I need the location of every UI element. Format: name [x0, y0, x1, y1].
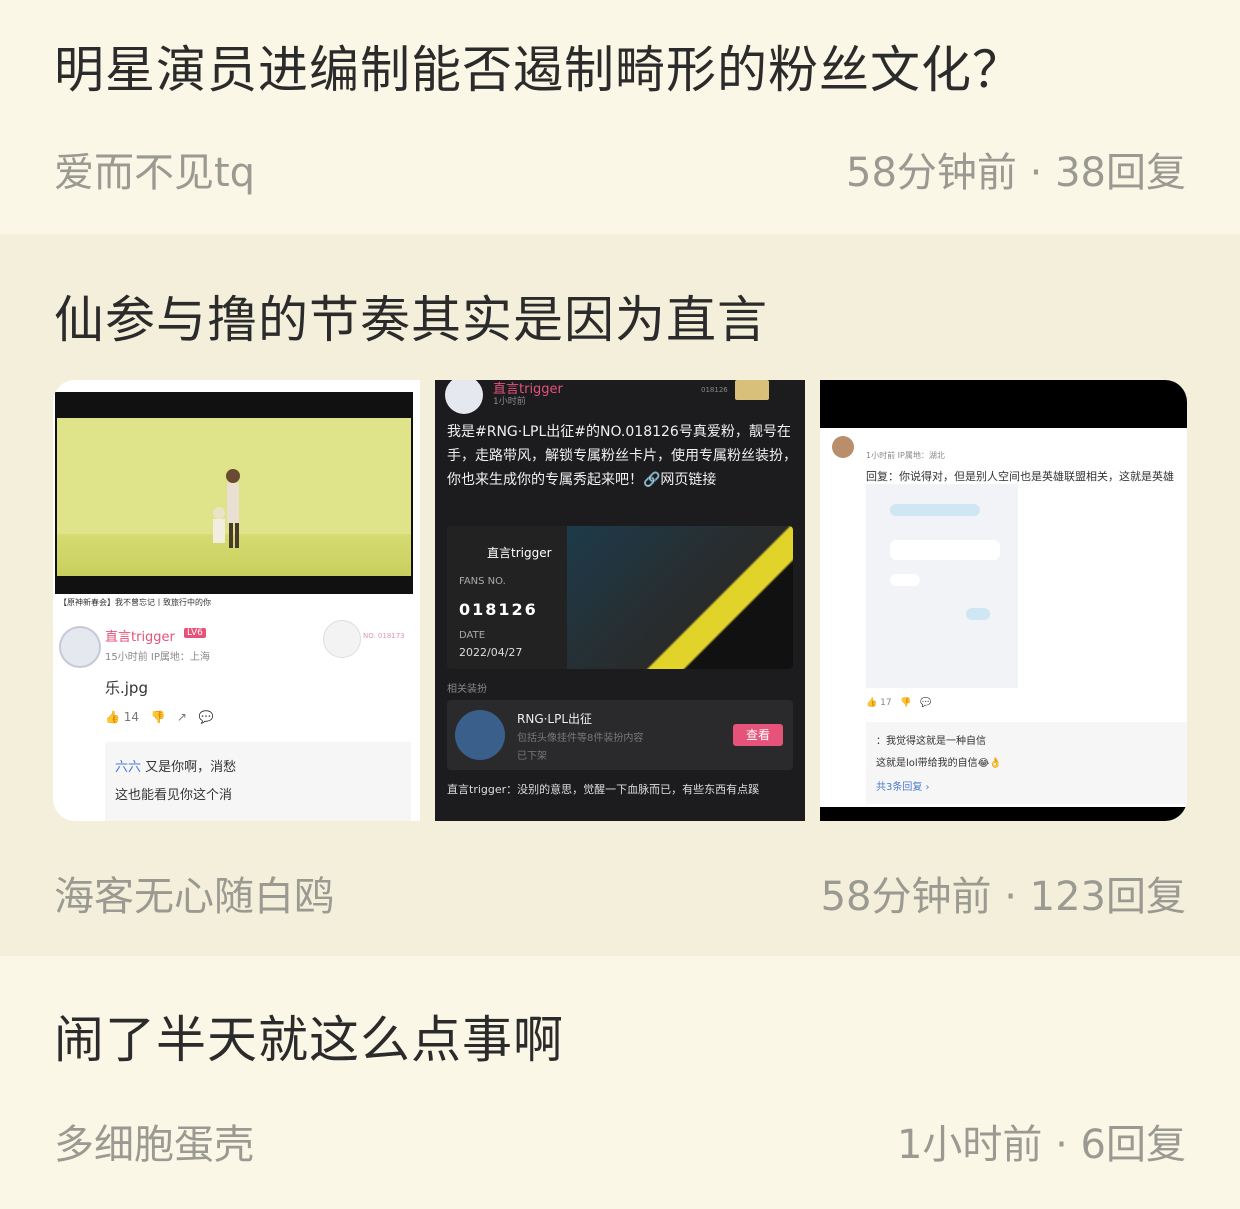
- fan-card: 直言trigger FANS NO. 018126 DATE 2022/04/2…: [447, 526, 793, 669]
- reply-line: 六六 又是你啊，消愁: [115, 756, 236, 775]
- level-badge: LV6: [184, 628, 206, 638]
- fan-card-art: [567, 526, 793, 669]
- comment-icon: 💬: [198, 710, 214, 724]
- comment-icon: 💬: [919, 698, 932, 708]
- sticker-icon: [323, 620, 361, 658]
- post-item[interactable]: 闹了半天就这么点事啊 多细胞蛋壳 1小时前 · 6回复: [0, 956, 1240, 1209]
- post-title[interactable]: 仙参与撸的节奏其实是因为直言: [54, 280, 768, 352]
- post-time: 58分钟前: [846, 150, 1017, 196]
- reply-text: 又是你啊，消愁: [145, 760, 237, 775]
- fans-label: FANS NO.: [459, 576, 506, 587]
- thumbs-down-icon: 👎: [900, 698, 912, 708]
- thumbnail-image-3[interactable]: 1小时前 IP属地：湖北 回复：你说得对，但是别人空间也是英雄联盟相关，这就是英…: [820, 380, 1187, 821]
- thumbs-down-icon: 👎: [150, 710, 166, 724]
- characters-illustration: [213, 469, 240, 548]
- share-icon: ↗: [176, 710, 187, 724]
- reply-text: 这也能看见你这个消: [115, 788, 233, 803]
- team-logo-icon: [735, 380, 769, 400]
- chat-bubble: [890, 574, 920, 586]
- fan-number: 018126: [701, 386, 728, 394]
- date-label: DATE: [459, 630, 486, 641]
- decoration-desc: 包括头像挂件等8件装扮内容 已下架: [517, 730, 643, 766]
- decoration-item: RNG·LPL出征 包括头像挂件等8件装扮内容 已下架 查看: [447, 700, 793, 770]
- action-row: 👍 14 👎 ↗ 💬: [105, 710, 213, 724]
- post-title[interactable]: 闹了半天就这么点事啊: [54, 1000, 564, 1072]
- reply-box: 六六 又是你啊，消愁 这也能看见你这个消: [105, 742, 411, 821]
- view-button: 查看: [733, 724, 783, 746]
- reply-quote: 回复：你说得对，但是别人空间也是英雄联盟相关，这就是英雄: [866, 470, 1174, 483]
- post-stats: 58分钟前 · 123回复: [820, 874, 1186, 920]
- more-replies-link: 共3条回复 ›: [876, 782, 930, 793]
- reply-line: ：我觉得这就是一种自信: [876, 736, 986, 747]
- video-frame: [55, 392, 413, 594]
- post-time: 1小时前 IP属地：湖北: [866, 451, 945, 460]
- post-item[interactable]: 明星演员进编制能否遏制畸形的粉丝文化？ 爱而不见tq 58分钟前 · 38回复: [0, 0, 1240, 234]
- avatar: [445, 380, 483, 414]
- post-author[interactable]: 海客无心随白鸥: [54, 864, 334, 922]
- chat-bubble: [890, 504, 980, 516]
- decoration-desc-line: 包括头像挂件等8件装扮内容: [517, 733, 644, 744]
- username: 直言trigger: [105, 630, 175, 645]
- like-count: 17: [880, 698, 892, 708]
- avatar: [59, 626, 101, 668]
- post-thumbnails[interactable]: 【原神新春会】我不曾忘记丨致旅行中的你 直言trigger LV6 15小时前 …: [53, 380, 1187, 821]
- like-count: 14: [123, 710, 140, 724]
- post-time: 58分钟前: [820, 874, 992, 920]
- post-time: 1小时前: [896, 1122, 1043, 1168]
- post-item[interactable]: 仙参与撸的节奏其实是因为直言 【原神新春会】我不曾忘记丨致旅行中的你 直言tri…: [0, 234, 1240, 956]
- date-value: 2022/04/27: [459, 646, 523, 659]
- reply-box: ：我觉得这就是一种自信 这就是lol带给我的自信😂👌 共3条回复 ›: [866, 722, 1187, 804]
- post-replies: 6回复: [1080, 1122, 1186, 1168]
- thumbs-up-icon: 👍: [105, 710, 120, 724]
- post-text: 我是#RNG·LPL出征#的NO.018126号真爱粉，靓号在手，走路带风，解锁…: [447, 424, 797, 488]
- thumbnail-image-1[interactable]: 【原神新春会】我不曾忘记丨致旅行中的你 直言trigger LV6 15小时前 …: [53, 380, 420, 821]
- black-bar: [820, 807, 1187, 821]
- post-title[interactable]: 明星演员进编制能否遏制畸形的粉丝文化？: [54, 30, 1023, 102]
- post-sub-info: 15小时前 IP属地：上海: [105, 652, 210, 663]
- video-screen: [57, 418, 411, 576]
- comment-body: 乐.jpg: [105, 679, 148, 697]
- post-replies: 123回复: [1029, 874, 1186, 920]
- avatar: [832, 436, 854, 458]
- post-replies: 38回复: [1055, 150, 1186, 196]
- decoration-icon: [455, 710, 505, 760]
- post-stats: 58分钟前 · 38回复: [846, 150, 1186, 196]
- post-author[interactable]: 多细胞蛋壳: [54, 1112, 254, 1170]
- fans-number: 018126: [459, 600, 538, 619]
- chat-bubble: [890, 540, 1000, 560]
- thumbnail-image-2[interactable]: 直言trigger 1小时前 018126 我是#RNG·LPL出征#的NO.0…: [435, 380, 805, 821]
- chat-bubble: [966, 608, 990, 620]
- post-author[interactable]: 爱而不见tq: [54, 140, 255, 198]
- thumbs-up-icon: 👍: [866, 698, 878, 708]
- reply-line: 这也能看见你这个消: [115, 784, 232, 803]
- related-label: 相关装扮: [447, 684, 487, 695]
- fan-number: NO. 018173: [363, 632, 405, 640]
- decoration-status: 已下架: [517, 751, 547, 762]
- decoration-name: RNG·LPL出征: [517, 712, 593, 726]
- fan-card-name: 直言trigger: [487, 546, 552, 560]
- reply-line: 这就是lol带给我的自信😂👌: [876, 758, 1002, 769]
- comment-text: 直言trigger：没别的意思，觉醒一下血脉而已，有些东西有点蹊: [447, 783, 760, 796]
- black-bar: [820, 380, 1187, 428]
- post-time: 1小时前: [493, 397, 526, 407]
- post-stats: 1小时前 · 6回复: [896, 1122, 1186, 1168]
- video-caption: 【原神新春会】我不曾忘记丨致旅行中的你: [59, 598, 211, 607]
- chat-screenshot: [866, 484, 1018, 688]
- reply-author: 六六: [115, 760, 142, 775]
- action-row: 👍 17 👎 💬: [866, 698, 931, 708]
